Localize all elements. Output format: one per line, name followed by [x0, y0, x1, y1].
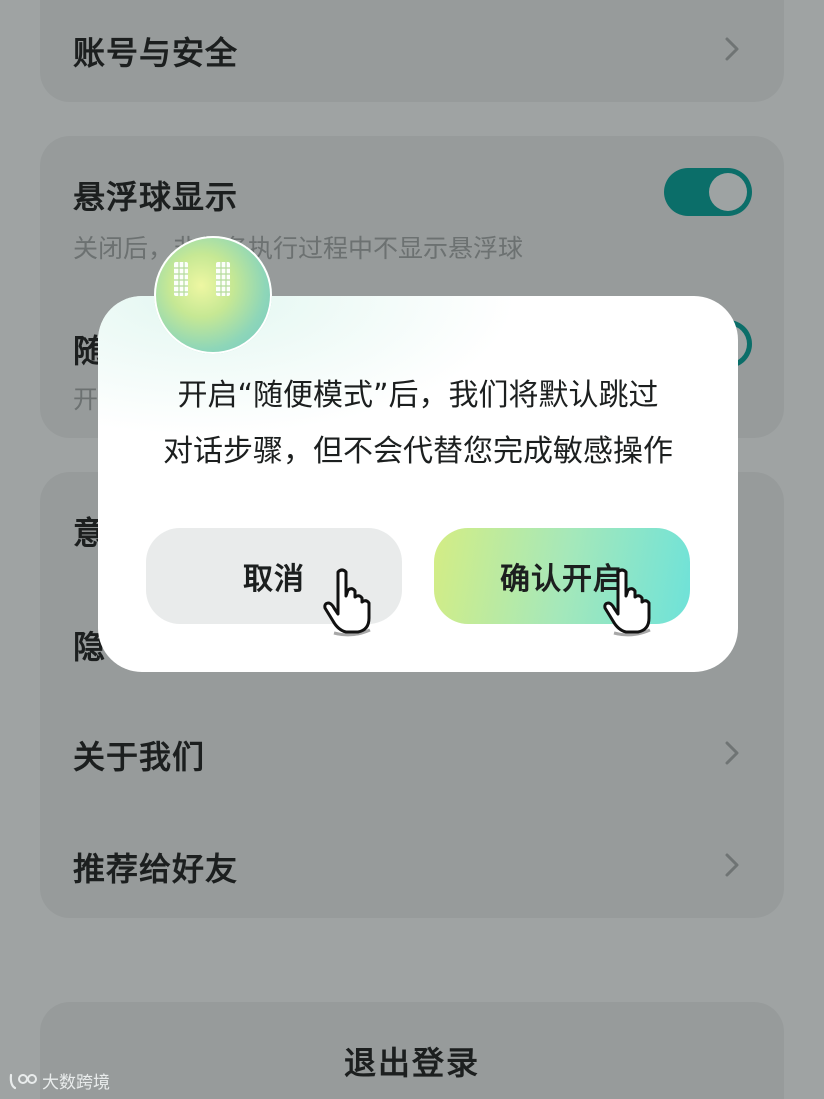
logout-button[interactable]: 退出登录 [40, 1038, 784, 1084]
assistant-avatar [154, 236, 272, 354]
pointer-hand-icon [603, 568, 651, 637]
about-us-label: 关于我们 [73, 738, 206, 776]
logout-card[interactable]: 退出登录 [40, 1002, 784, 1099]
account-security-label: 账号与安全 [73, 34, 239, 72]
toggle-knob [709, 173, 747, 211]
watermark-text: 大数跨境 [42, 1073, 110, 1093]
chevron-right-icon [725, 853, 739, 877]
casual-mode-subtitle: 开 [73, 385, 99, 414]
dialog-message-line-2: 对话步骤，但不会代替您完成敏感操作 [163, 434, 673, 469]
dialog-message: 开启“随便模式”后，我们将默认跳过 对话步骤，但不会代替您完成敏感操作 [118, 368, 718, 480]
watermark-logo-icon [9, 1073, 37, 1089]
float-ball-row: 悬浮球显示 关闭后，非任务执行过程中不显示悬浮球 [40, 136, 784, 286]
chevron-right-icon [725, 37, 739, 61]
float-ball-subtitle: 关闭后，非任务执行过程中不显示悬浮球 [73, 234, 524, 263]
avatar-eyes-icon [174, 262, 230, 296]
dialog-message-line-1: 开启“随便模式”后，我们将默认跳过 [177, 378, 659, 413]
recommend-label: 推荐给好友 [73, 850, 239, 888]
account-security-row[interactable]: 账号与安全 [40, 0, 784, 102]
pointer-hand-icon [323, 568, 371, 637]
float-ball-toggle[interactable] [664, 168, 752, 216]
account-card: 账号与安全 [40, 0, 784, 102]
about-us-row[interactable]: 关于我们 [40, 694, 784, 806]
watermark: 大数跨境 [8, 1068, 110, 1093]
float-ball-title: 悬浮球显示 [73, 178, 239, 216]
cancel-button-label: 取消 [243, 562, 305, 597]
recommend-row[interactable]: 推荐给好友 [40, 806, 784, 918]
chevron-right-icon [725, 741, 739, 765]
